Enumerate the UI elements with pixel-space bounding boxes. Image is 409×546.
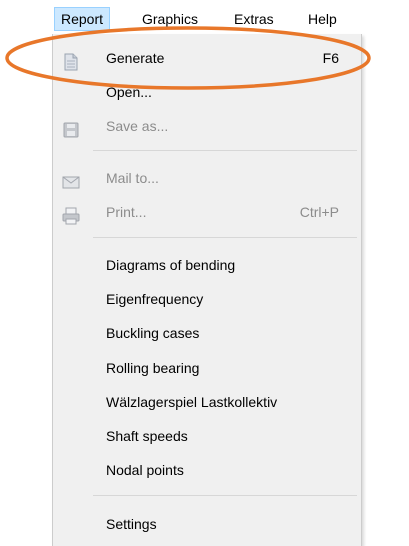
menu-item-print[interactable]: Print... Ctrl+P: [53, 196, 361, 228]
menu-item-shaft-speeds[interactable]: Shaft speeds: [53, 420, 361, 452]
generate-shortcut: F6: [322, 50, 339, 66]
menu-item-eigenfrequency[interactable]: Eigenfrequency: [53, 283, 361, 315]
menu-bar: Report Graphics Extras Help: [52, 0, 409, 34]
menu-item-waelzlagerspiel-lastkollektiv[interactable]: Wälzlagerspiel Lastkollektiv: [53, 386, 361, 418]
printer-icon: [62, 204, 80, 225]
menu-item-generate[interactable]: Generate F6: [53, 42, 361, 74]
open-label: Open...: [106, 84, 152, 100]
rolling-bearing-label: Rolling bearing: [106, 360, 200, 376]
menu-separator: [93, 495, 357, 496]
floppy-disk-icon: [62, 118, 80, 138]
menu-separator: [93, 237, 357, 238]
document-icon: [62, 50, 80, 71]
menu-item-settings[interactable]: Settings: [53, 508, 361, 540]
menu-item-open[interactable]: Open...: [53, 76, 361, 108]
eigenfrequency-label: Eigenfrequency: [106, 291, 204, 307]
menu-extras[interactable]: Extras: [228, 8, 280, 30]
print-label: Print...: [106, 204, 147, 220]
nodal-points-label: Nodal points: [106, 462, 184, 478]
menu-item-save-as[interactable]: Save as...: [53, 110, 361, 142]
save-as-label: Save as...: [106, 118, 169, 134]
menu-item-diagrams-of-bending[interactable]: Diagrams of bending: [53, 249, 361, 281]
settings-label: Settings: [106, 516, 157, 532]
menu-item-buckling-cases[interactable]: Buckling cases: [53, 317, 361, 349]
envelope-icon: [62, 170, 80, 189]
print-shortcut: Ctrl+P: [299, 204, 339, 220]
menu-report[interactable]: Report: [54, 7, 111, 31]
menu-separator: [93, 150, 357, 151]
menu-help[interactable]: Help: [302, 8, 343, 30]
generate-label: Generate: [106, 50, 165, 66]
menu-item-nodal-points[interactable]: Nodal points: [53, 454, 361, 486]
shaft-speeds-label: Shaft speeds: [106, 428, 188, 444]
menu-item-rolling-bearing[interactable]: Rolling bearing: [53, 352, 361, 384]
report-dropdown-menu: Generate F6 Open... Save as... Mail to..…: [52, 34, 362, 546]
waelzlagerspiel-label: Wälzlagerspiel Lastkollektiv: [106, 394, 278, 410]
buckling-cases-label: Buckling cases: [106, 325, 200, 341]
mail-to-label: Mail to...: [106, 170, 159, 186]
menu-item-mail-to[interactable]: Mail to...: [53, 162, 361, 194]
menu-graphics[interactable]: Graphics: [136, 8, 204, 30]
diagrams-of-bending-label: Diagrams of bending: [106, 257, 236, 273]
